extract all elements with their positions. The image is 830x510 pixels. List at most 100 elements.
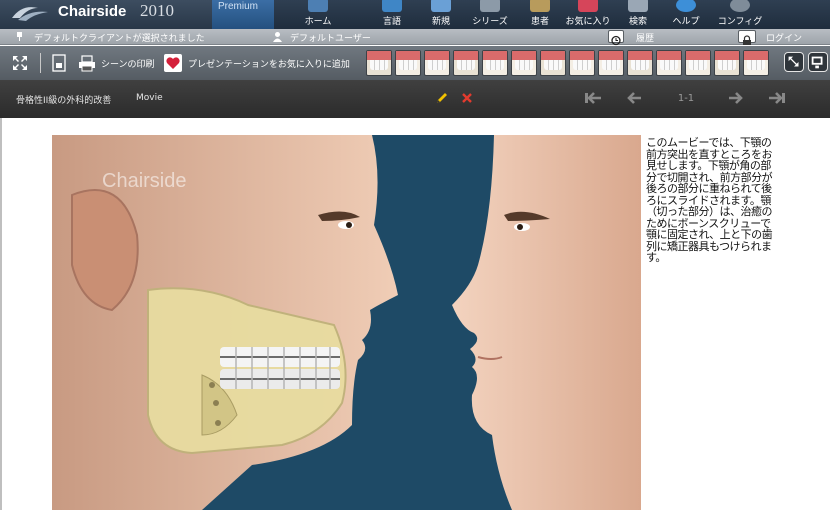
teeth-shape (602, 60, 620, 70)
gum-shape (628, 51, 652, 60)
app-year: 2010 (140, 1, 174, 20)
patient-icon (530, 0, 550, 12)
nav-label: コンフィグ (717, 17, 763, 27)
favorites-icon (578, 0, 598, 12)
teeth-shape (486, 60, 504, 70)
nav-config-button[interactable]: コンフィグ (714, 0, 766, 29)
nav-label: ヘルプ (672, 17, 700, 27)
next-scene-icon[interactable] (728, 92, 744, 104)
status-bar: デフォルトクライアントが選択されました デフォルトユーザー 履歴 ログイン (0, 29, 830, 46)
previous-scene-icon[interactable] (626, 92, 642, 104)
history-label[interactable]: 履歴 (636, 31, 654, 44)
gum-shape (396, 51, 420, 60)
scene-thumbnail[interactable] (569, 50, 595, 76)
print-icon[interactable] (78, 54, 96, 72)
teeth-shape (631, 60, 649, 70)
expand-button[interactable] (784, 52, 804, 72)
nav-label: 検索 (628, 17, 647, 27)
nav-help-button[interactable]: ヘルプ (660, 0, 712, 29)
nav-language-button[interactable]: 言語 (366, 0, 418, 29)
pin-icon (17, 32, 22, 41)
scene-toolbar: シーンの印刷 プレゼンテーションをお気に入りに追加 (0, 46, 830, 80)
login-button[interactable] (738, 30, 756, 45)
teeth-shape (457, 60, 475, 70)
teeth-shape (515, 60, 533, 70)
scene-thumbnail[interactable] (395, 50, 421, 76)
login-label[interactable]: ログイン (766, 31, 802, 44)
nav-patient-button[interactable]: 患者 (514, 0, 566, 29)
logo: Chairside 2010 (0, 0, 212, 29)
delete-x-icon[interactable] (462, 93, 472, 103)
teeth-shape (370, 60, 388, 70)
last-scene-icon[interactable] (768, 92, 786, 104)
nav-search-button[interactable]: 検索 (612, 0, 664, 29)
chairside-logo-icon (12, 7, 48, 21)
scene-thumbnail[interactable] (540, 50, 566, 76)
teeth-shape (544, 60, 562, 70)
movie-player[interactable]: Chairside (52, 135, 641, 510)
gum-shape (570, 51, 594, 60)
scene-thumbnail[interactable] (511, 50, 537, 76)
scene-thumbnail[interactable] (627, 50, 653, 76)
first-scene-icon[interactable] (584, 92, 602, 104)
toolbar-divider (40, 53, 41, 73)
nav-label: 言語 (382, 17, 401, 27)
scene-thumbnail[interactable] (656, 50, 682, 76)
nav-label: ホーム (304, 17, 332, 27)
new-icon (431, 0, 451, 12)
teeth-shape (718, 60, 736, 70)
teeth-shape (573, 60, 591, 70)
presentation-icon (811, 56, 823, 69)
history-button[interactable] (608, 30, 624, 46)
app-name: Chairside (58, 3, 127, 20)
gum-shape (715, 51, 739, 60)
scene-thumbnail[interactable] (598, 50, 624, 76)
edit-pencil-icon[interactable] (436, 92, 448, 104)
scene-thumbnail[interactable] (424, 50, 450, 76)
nav-series-button[interactable]: シリーズ (464, 0, 516, 29)
help-icon (676, 0, 696, 12)
scene-counter: 1-1 (677, 93, 695, 104)
presentation-button[interactable] (808, 52, 828, 72)
app-window: Chairside 2010 Premium ホーム 言語 新規 シリーズ 患者 (0, 0, 830, 510)
gum-shape (454, 51, 478, 60)
user-icon (273, 32, 282, 42)
nav-new-button[interactable]: 新規 (415, 0, 467, 29)
scene-thumbnail[interactable] (743, 50, 769, 76)
teeth-shape (689, 60, 707, 70)
watermark: Chairside (102, 170, 186, 192)
document-icon[interactable] (50, 54, 68, 72)
movie-title-bar: 骨格性II級の外科的改善 Movie 1-1 (0, 80, 830, 118)
gum-shape (425, 51, 449, 60)
teeth-shape (428, 60, 446, 70)
fullscreen-icon[interactable] (11, 54, 29, 72)
teeth-shape (399, 60, 417, 70)
language-icon (382, 0, 402, 12)
add-presentation-favorites-button[interactable]: プレゼンテーションをお気に入りに追加 (188, 57, 350, 70)
nav-label: お気に入り (565, 17, 611, 27)
expand-icon (788, 56, 799, 67)
nav-label: 患者 (530, 17, 549, 27)
scene-thumbnail[interactable] (482, 50, 508, 76)
teeth-shape (747, 60, 765, 70)
nav-home-button[interactable]: ホーム (292, 0, 344, 29)
scene-thumbnail[interactable] (453, 50, 479, 76)
config-icon (730, 0, 750, 12)
gum-shape (367, 51, 391, 60)
edition-badge: Premium (212, 0, 274, 29)
nav-favorites-button[interactable]: お気に入り (562, 0, 614, 29)
top-navigation-bar: Chairside 2010 Premium ホーム 言語 新規 シリーズ 患者 (0, 0, 830, 29)
scene-thumbnail[interactable] (685, 50, 711, 76)
gum-shape (657, 51, 681, 60)
heart-icon[interactable] (164, 54, 182, 72)
print-scene-button[interactable]: シーンの印刷 (101, 57, 155, 70)
scene-thumbnail[interactable] (714, 50, 740, 76)
home-icon (308, 0, 328, 12)
scene-thumbnail[interactable] (366, 50, 392, 76)
gum-shape (599, 51, 623, 60)
movie-title: 骨格性II級の外科的改善 (16, 96, 112, 106)
jaw-surgery-illustration: Chairside (52, 135, 641, 510)
search-icon (628, 0, 648, 12)
gum-shape (512, 51, 536, 60)
media-type-label: Movie (136, 93, 163, 103)
